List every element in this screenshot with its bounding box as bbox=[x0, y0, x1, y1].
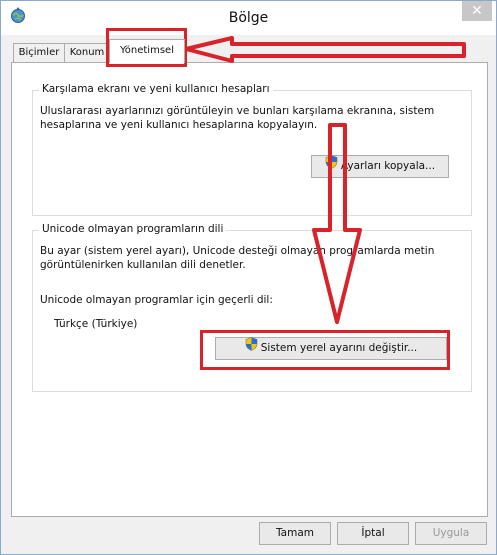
current-language-value: Türkçe (Türkiye) bbox=[54, 318, 138, 330]
non-unicode-description-line2: görüntülenirken kullanılan dili denetler… bbox=[40, 259, 246, 271]
close-button[interactable]: ✕ bbox=[462, 1, 492, 21]
non-unicode-description-line1: Bu ayar (sistem yerel ayarı), Unicode de… bbox=[40, 245, 435, 257]
welcome-description-line2: hesaplarına ve yeni kullanıcı hesapların… bbox=[40, 119, 318, 131]
ok-button[interactable]: Tamam bbox=[259, 522, 331, 545]
uac-shield-icon bbox=[325, 154, 338, 176]
annotation-button-highlight bbox=[200, 330, 450, 370]
apply-button[interactable]: Uygula bbox=[415, 522, 487, 545]
cancel-button[interactable]: İptal bbox=[337, 522, 409, 545]
region-dialog: Bölge ✕ Biçimler Konum Yönetimsel Karşıl… bbox=[0, 0, 497, 555]
tab-location[interactable]: Konum bbox=[64, 43, 110, 62]
close-icon: ✕ bbox=[471, 3, 483, 19]
welcome-screen-group: Karşılama ekranı ve yeni kullanıcı hesap… bbox=[32, 83, 472, 216]
window-title: Bölge bbox=[228, 10, 269, 26]
tab-administrative[interactable]: Yönetimsel bbox=[109, 39, 185, 63]
copy-settings-button[interactable]: Ayarları kopyala... bbox=[311, 154, 449, 178]
welcome-group-title: Karşılama ekranı ve yeni kullanıcı hesap… bbox=[39, 83, 273, 95]
title-bar: Bölge ✕ bbox=[1, 1, 496, 35]
current-language-label: Unicode olmayan programlar için geçerli … bbox=[40, 294, 273, 306]
welcome-description-line1: Uluslararası ayarlarınızı görüntüleyin v… bbox=[40, 105, 435, 117]
administrative-panel: Karşılama ekranı ve yeni kullanıcı hesap… bbox=[11, 62, 488, 517]
copy-settings-label: Ayarları kopyala... bbox=[340, 160, 436, 172]
tab-formats[interactable]: Biçimler bbox=[13, 43, 65, 62]
non-unicode-group-title: Unicode olmayan programların dili bbox=[39, 223, 227, 235]
